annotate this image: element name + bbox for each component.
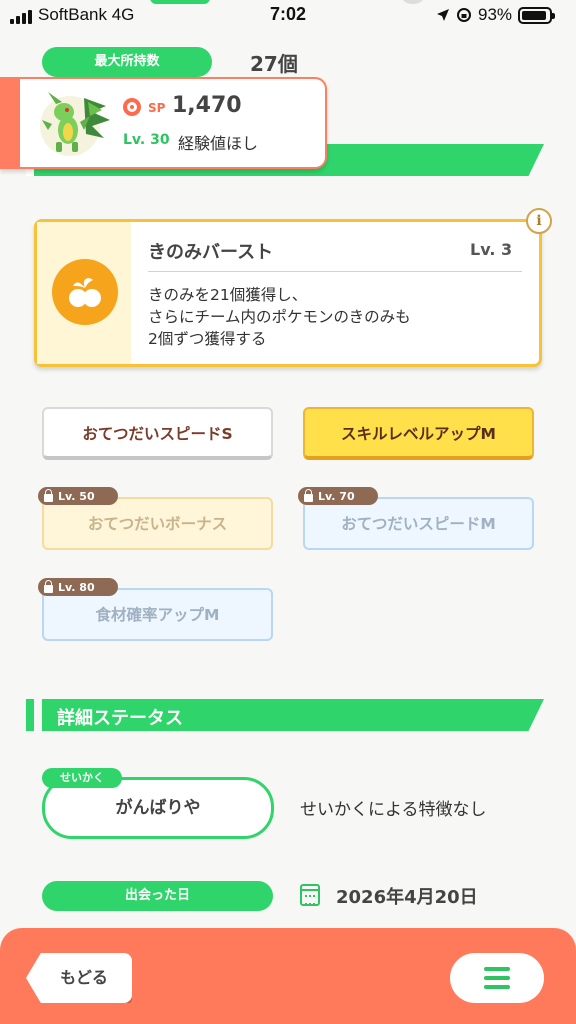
pokemon-level: Lv. 30 <box>123 132 170 148</box>
nature-description: せいかくによる特徴なし <box>300 800 487 820</box>
sp-icon <box>123 98 141 116</box>
rotation-lock-icon <box>457 8 471 22</box>
max-hold-label: 最大所持数 <box>42 47 212 77</box>
subskill-button-1[interactable]: おてつだいスピードS <box>42 407 273 460</box>
carrier-label: SoftBank 4G <box>38 5 135 24</box>
lock-badge-label: Lv. 80 <box>58 580 95 594</box>
lock-icon <box>44 579 53 593</box>
details-header-stripe <box>34 699 42 731</box>
met-date-label: 出会った日 <box>42 881 273 911</box>
pokemon-status: 経験値ほし <box>178 134 259 153</box>
skill-level: Lv. 3 <box>470 240 513 259</box>
lock-badge-label: Lv. 70 <box>318 489 355 503</box>
sp-value: 1,470 <box>172 93 242 118</box>
max-hold-value: 27個 <box>250 52 298 76</box>
berry-burst-icon <box>52 259 118 325</box>
back-button[interactable]: もどる <box>26 953 132 1003</box>
pokemon-image <box>40 92 110 156</box>
battery-icon <box>518 6 556 24</box>
met-date-value: 2026年4月20日 <box>336 887 478 908</box>
info-icon[interactable]: i <box>526 208 552 234</box>
signal-icon <box>10 10 32 24</box>
details-title: 詳細ステータス <box>57 708 183 729</box>
status-bar: SoftBank 4G 7:02 93% <box>0 0 576 34</box>
subskill-button-2[interactable]: スキルレベルアップM <box>303 407 534 460</box>
menu-icon <box>484 967 510 971</box>
skill-divider <box>148 271 522 272</box>
lock-icon <box>44 488 53 502</box>
menu-button[interactable] <box>450 953 544 1003</box>
lock-badge-lv80: Lv. 80 <box>38 578 118 596</box>
pokemon-card-tab <box>0 77 20 169</box>
lock-badge-lv50: Lv. 50 <box>38 487 118 505</box>
battery-percent: 93% <box>478 5 513 24</box>
skill-name: きのみバースト <box>148 242 274 263</box>
sp-label: SP <box>148 101 166 115</box>
scrolled-pill <box>150 0 210 4</box>
skill-description: きのみを21個獲得し、 さらにチーム内のポケモンのきのみも 2個ずつ獲得する <box>148 286 411 348</box>
lock-badge-label: Lv. 50 <box>58 489 95 503</box>
lock-badge-lv70: Lv. 70 <box>298 487 378 505</box>
lock-icon <box>304 488 313 502</box>
location-icon <box>437 9 449 21</box>
nature-tag: せいかく <box>42 768 122 788</box>
clock: 7:02 <box>269 4 307 24</box>
status-right: 93% <box>436 5 556 25</box>
calendar-icon <box>300 884 320 906</box>
